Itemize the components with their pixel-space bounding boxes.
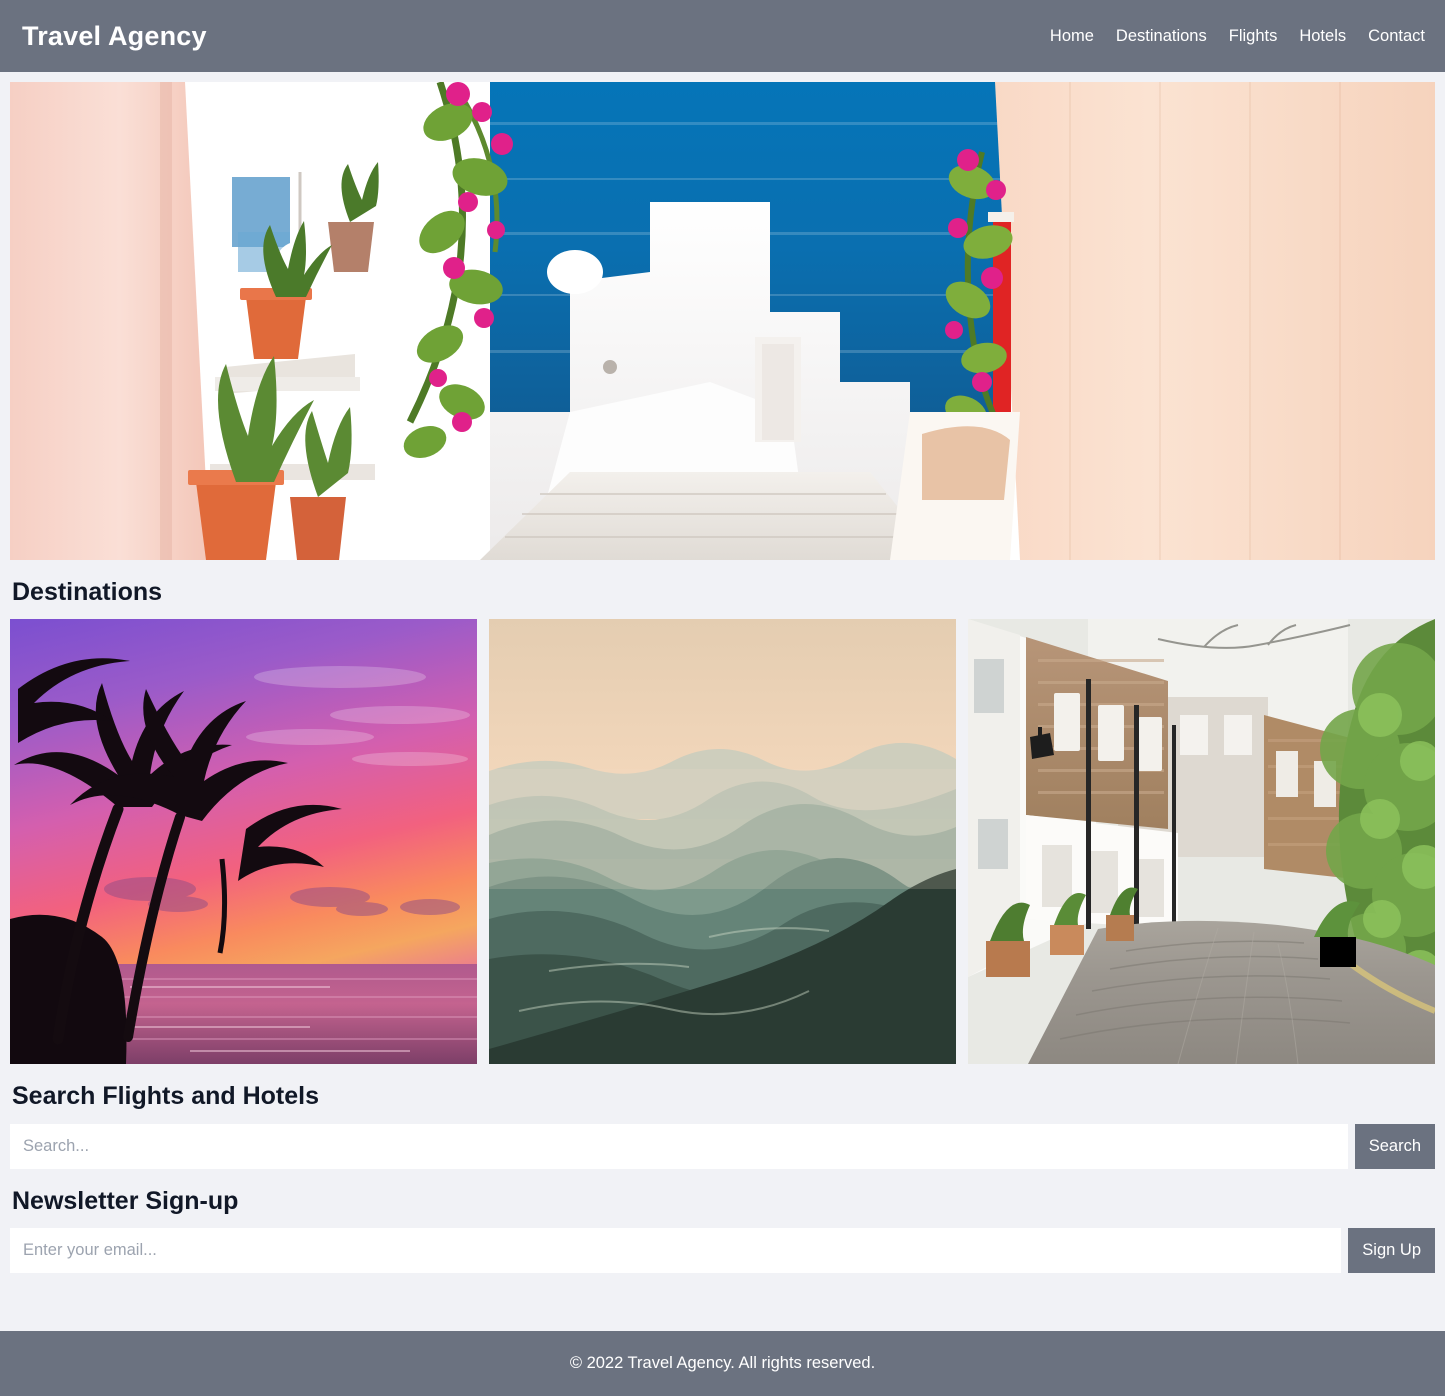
search-input[interactable]: [10, 1123, 1348, 1169]
search-button[interactable]: Search: [1354, 1123, 1435, 1169]
nav-item-contact[interactable]: Contact: [1368, 28, 1425, 45]
site-header: Travel Agency Home Destinations Flights …: [0, 0, 1445, 72]
destination-card-european-street[interactable]: [968, 619, 1435, 1065]
destination-card-mountains[interactable]: [489, 619, 956, 1065]
nav-item-destinations[interactable]: Destinations: [1116, 28, 1207, 45]
newsletter-form: Sign Up: [10, 1227, 1435, 1273]
destinations-grid: [10, 619, 1435, 1065]
site-footer: © 2022 Travel Agency. All rights reserve…: [0, 1331, 1445, 1396]
page-root: Travel Agency Home Destinations Flights …: [0, 0, 1445, 1396]
bottom-spacer: [10, 1273, 1435, 1331]
nav-item-hotels[interactable]: Hotels: [1299, 28, 1346, 45]
destination-card-tropical-sunset[interactable]: [10, 619, 477, 1065]
nav-item-flights[interactable]: Flights: [1229, 28, 1278, 45]
newsletter-heading: Newsletter Sign-up: [12, 1186, 239, 1215]
copyright-text: © 2022 Travel Agency. All rights reserve…: [569, 1354, 876, 1373]
brand-logo[interactable]: Travel Agency: [22, 22, 207, 50]
main-navigation: Home Destinations Flights Hotels Contact: [1050, 28, 1427, 45]
email-input[interactable]: [10, 1227, 1342, 1273]
signup-button[interactable]: Sign Up: [1348, 1227, 1435, 1273]
nav-item-home[interactable]: Home: [1050, 28, 1094, 45]
search-heading: Search Flights and Hotels: [12, 1082, 320, 1111]
main-content: Destinations Search Flights and Hotels S…: [0, 72, 1445, 1331]
hero-image: [10, 82, 1435, 560]
destinations-heading: Destinations: [12, 578, 163, 606]
search-form: Search: [10, 1123, 1435, 1169]
